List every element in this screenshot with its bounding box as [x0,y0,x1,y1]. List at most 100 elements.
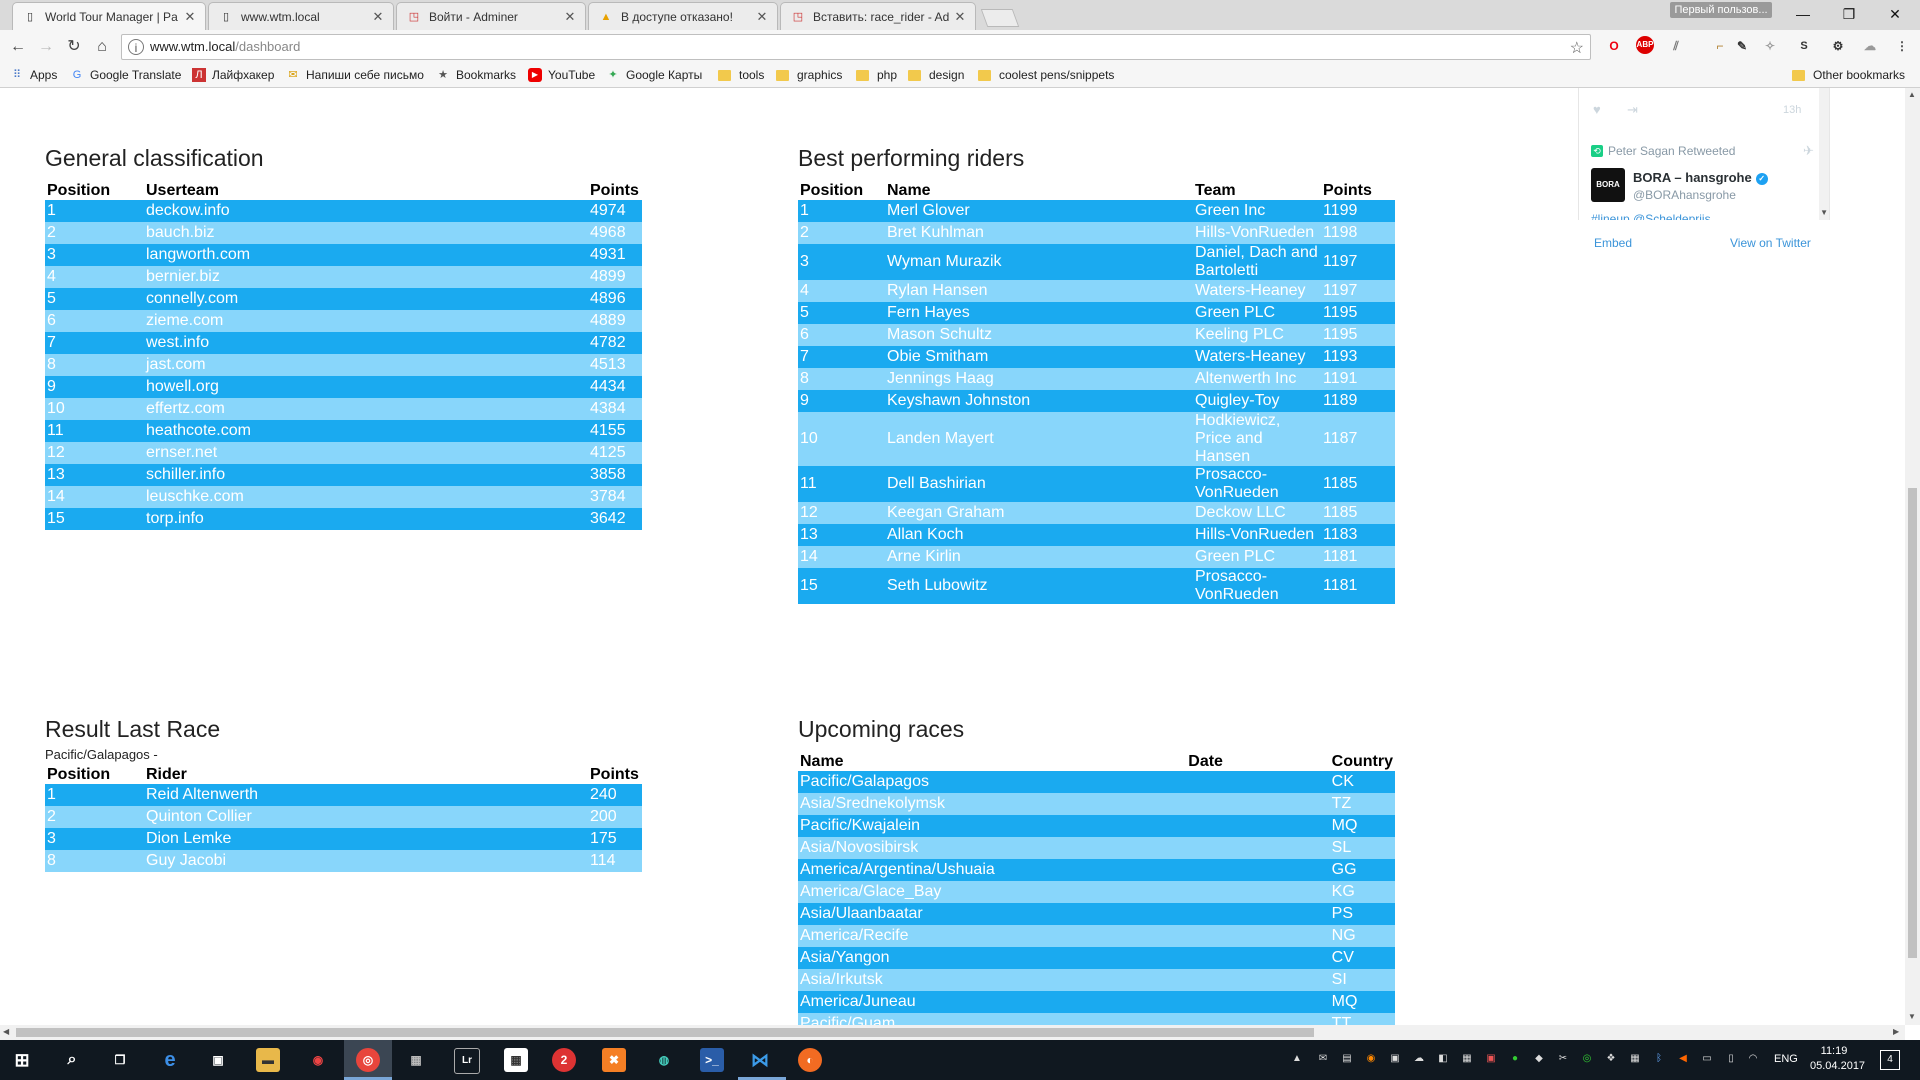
app-icon[interactable]: ◍ [652,1048,676,1072]
extension-icon[interactable]: ⫽ [1666,36,1686,56]
tray-icon[interactable]: ▯ [1724,1052,1738,1066]
profile-button[interactable]: Первый пользов... [1670,2,1772,18]
bookmark-folder-tools[interactable]: tools [718,68,764,82]
tray-icon[interactable]: ▲ [1290,1052,1304,1066]
adblock-icon[interactable]: ABP [1636,36,1654,54]
battery-icon[interactable]: ▭ [1700,1052,1714,1066]
scrollbar-thumb[interactable] [1908,488,1917,958]
bookmark-other[interactable]: Other bookmarks [1792,68,1905,82]
bookmark-folder-graphics[interactable]: graphics [776,68,842,82]
tray-icon[interactable]: ◆ [1532,1052,1546,1066]
account-handle[interactable]: @BORAhansgrohe [1633,188,1736,202]
firefox-icon[interactable]: ◐ [798,1048,822,1072]
horizontal-scrollbar[interactable]: ◀ ▶ [0,1025,1905,1040]
language-indicator[interactable]: ENG [1774,1053,1798,1065]
bookmark-write-letter[interactable]: ✉ Напиши себе письмо [286,68,424,82]
bookmark-youtube[interactable]: ▶ YouTube [528,68,595,82]
chrome-icon[interactable]: ◎ [356,1048,380,1072]
account-name[interactable]: BORA – hansgrohe ✓ [1633,170,1768,185]
tray-icon[interactable]: ❖ [1604,1052,1618,1066]
bookmark-google-translate[interactable]: G Google Translate [70,68,182,82]
tray-icon[interactable]: ◀ [1676,1052,1690,1066]
tray-icon[interactable]: ▤ [1340,1052,1354,1066]
bookmark-apps[interactable]: ⠿ Apps [10,68,57,82]
app-icon[interactable]: 2 [552,1048,576,1072]
system-clock[interactable]: 11:19 05.04.2017 [1810,1044,1865,1074]
forward-icon[interactable]: → [34,35,58,59]
calculator-icon[interactable]: ▦ [504,1048,528,1072]
scroll-down-icon[interactable]: ▼ [1908,1012,1916,1021]
close-window-icon[interactable]: ✕ [1872,0,1918,28]
info-icon[interactable]: i [128,39,144,55]
powershell-icon[interactable]: >_ [700,1048,724,1072]
store-icon[interactable]: ▣ [206,1048,230,1072]
bookmark-folder-snippets[interactable]: coolest pens/snippets [978,68,1114,82]
cloud-icon[interactable]: ☁ [1412,1052,1426,1066]
share-icon[interactable]: ⇥ [1627,102,1638,118]
extension-icon[interactable]: ⌐ [1710,36,1730,56]
settings-icon[interactable]: ⚙ [1828,36,1848,56]
extension-icon[interactable]: ✧ [1760,36,1780,56]
tray-icon[interactable]: ✉ [1316,1052,1330,1066]
tray-icon[interactable]: ▣ [1484,1052,1498,1066]
tab-access-denied[interactable]: ▲ В доступе отказано! ✕ [588,2,778,30]
tray-icon[interactable]: ▣ [1388,1052,1402,1066]
lightroom-icon[interactable]: Lr [454,1048,480,1074]
edge-icon[interactable]: e [158,1048,182,1072]
windows-start-icon[interactable]: ⊞ [10,1048,34,1072]
scroll-left-icon[interactable]: ◀ [3,1027,9,1036]
tab-adminer-login[interactable]: ◳ Войти - Adminer ✕ [396,2,586,30]
tray-icon[interactable]: ▦ [1460,1052,1474,1066]
wifi-icon[interactable]: ◠ [1746,1052,1760,1066]
tab-adminer-insert[interactable]: ◳ Вставить: race_rider - Ad ✕ [780,2,976,30]
restore-icon[interactable]: ❐ [1826,0,1872,28]
back-icon[interactable]: ← [6,35,30,59]
like-icon[interactable]: ♥ [1593,102,1601,117]
search-icon[interactable]: ⌕ [60,1048,84,1072]
avatar[interactable]: BORA [1591,168,1625,202]
embed-link[interactable]: Embed [1594,236,1632,250]
bookmark-folder-php[interactable]: php [856,68,897,82]
home-icon[interactable]: ⌂ [90,35,114,59]
extension-icon[interactable]: ☁ [1860,36,1880,56]
task-view-icon[interactable]: ❐ [108,1048,132,1072]
tab-world-tour-manager[interactable]: ▯ World Tour Manager | Pa ✕ [12,2,206,30]
new-tab-button[interactable] [980,9,1020,27]
bookmark-folder-design[interactable]: design [908,68,964,82]
bookmark-lifehacker[interactable]: Л Лайфхакер [192,68,274,82]
xampp-icon[interactable]: ✖ [602,1048,626,1072]
scroll-down-icon[interactable]: ▼ [1820,208,1828,217]
tab-wtm-local[interactable]: ▯ www.wtm.local ✕ [208,2,394,30]
close-tab-icon[interactable]: ✕ [953,9,967,25]
scroll-right-icon[interactable]: ▶ [1893,1027,1899,1036]
vertical-scrollbar[interactable]: ▲ ▼ [1905,88,1920,1025]
extension-icon[interactable]: S [1794,36,1814,56]
tray-icon[interactable]: ✂ [1556,1052,1570,1066]
close-tab-icon[interactable]: ✕ [563,9,577,25]
bookmark-google-maps[interactable]: ✦ Google Карты [606,68,702,82]
reload-icon[interactable]: ↻ [62,35,86,59]
app-icon[interactable]: ▦ [404,1048,428,1072]
bookmark-star-icon[interactable]: ☆ [1570,38,1584,58]
close-tab-icon[interactable]: ✕ [755,9,769,25]
bluetooth-icon[interactable]: ᛒ [1652,1052,1666,1066]
color-picker-icon[interactable]: ✎ [1732,36,1752,56]
tweet-hashtag-link[interactable]: #lineup @Scheldeprijs [1591,212,1711,220]
close-tab-icon[interactable]: ✕ [183,9,197,25]
tray-icon[interactable]: ● [1508,1052,1522,1066]
view-on-twitter-link[interactable]: View on Twitter [1730,236,1811,250]
tray-icon[interactable]: ◎ [1580,1052,1594,1066]
scroll-up-icon[interactable]: ▲ [1908,90,1916,99]
scrollbar-thumb[interactable] [16,1028,1314,1037]
tray-icon[interactable]: ◉ [1364,1052,1378,1066]
close-tab-icon[interactable]: ✕ [371,9,385,25]
action-center-icon[interactable]: 4 [1880,1050,1900,1070]
address-bar[interactable]: i www.wtm.local/dashboard ☆ [121,34,1591,60]
bookmark-bookmarks[interactable]: ★ Bookmarks [436,68,516,82]
minimize-icon[interactable]: — [1780,0,1826,28]
visual-studio-code-icon[interactable]: ⋈ [748,1048,772,1072]
tray-icon[interactable]: ◧ [1436,1052,1450,1066]
menu-icon[interactable]: ⋮ [1892,36,1912,56]
opera-icon[interactable]: O [1604,36,1624,56]
tray-icon[interactable]: ▦ [1628,1052,1642,1066]
